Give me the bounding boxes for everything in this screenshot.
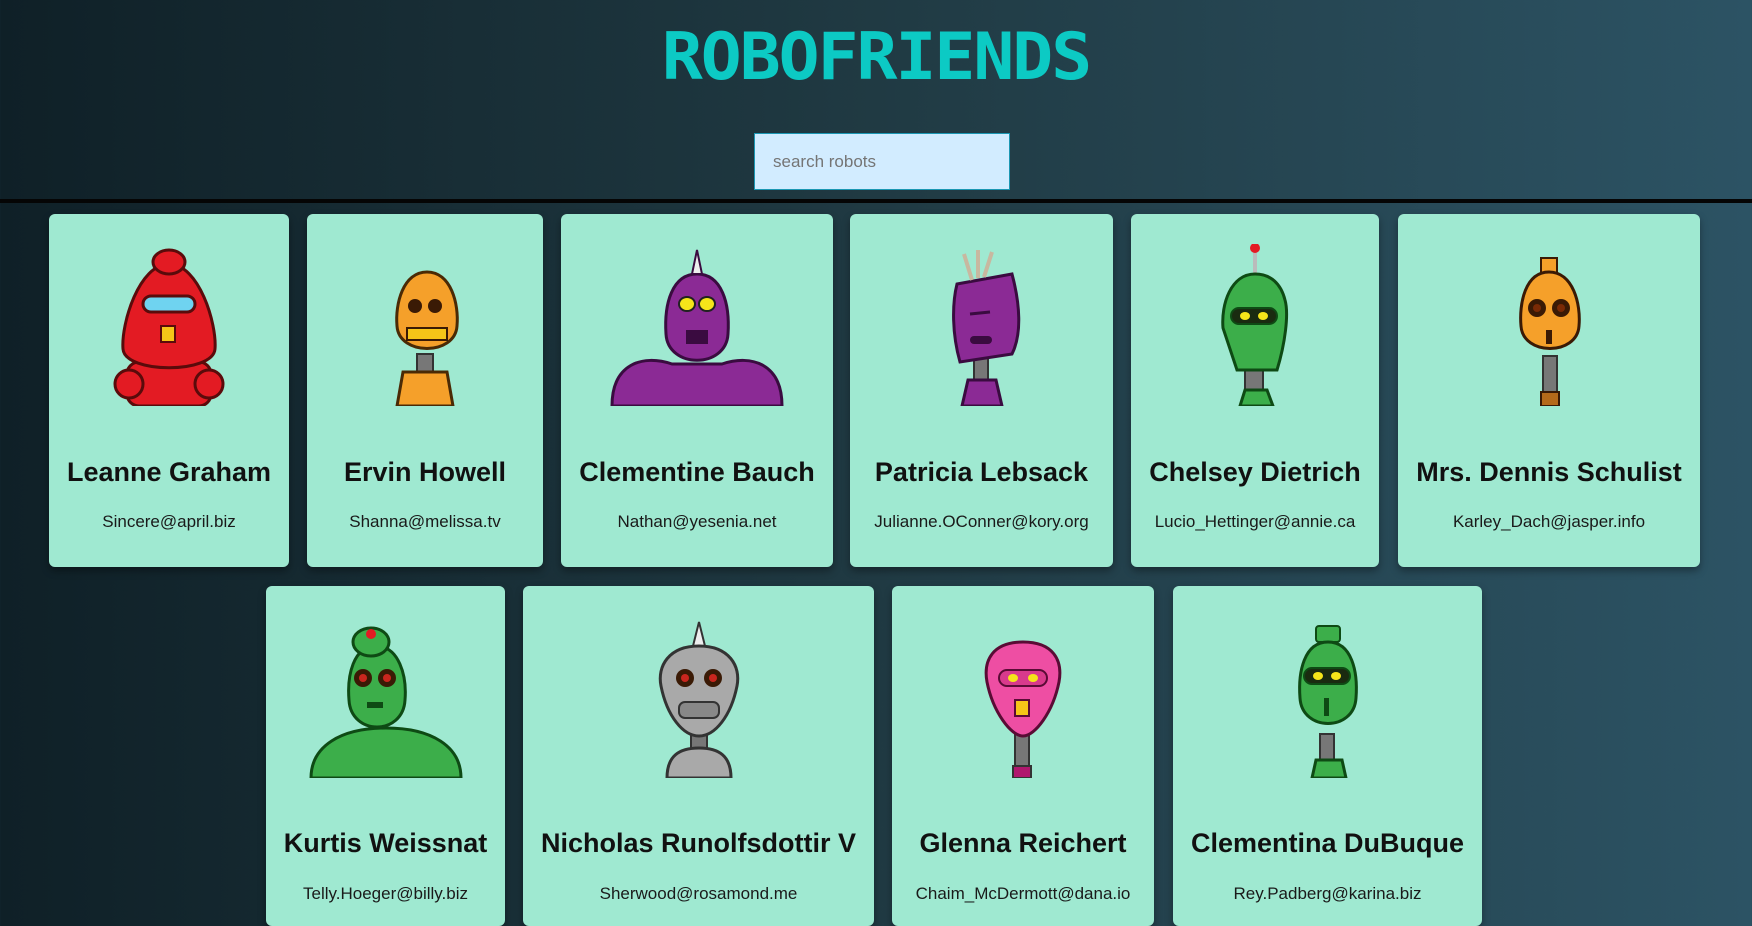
robot-name: Glenna Reichert bbox=[919, 828, 1127, 858]
robot-avatar bbox=[307, 244, 543, 406]
robot-name: Clementina DuBuque bbox=[1190, 828, 1465, 858]
robot-name: Nicholas Runolfsdottir V bbox=[540, 828, 856, 858]
robot-card[interactable]: Clementina DuBuque Rey.Padberg@karina.bi… bbox=[1173, 586, 1482, 926]
robot-card[interactable]: Chelsey Dietrich Lucio_Hettinger@annie.c… bbox=[1131, 214, 1379, 567]
app-title: ROBOFRIENDS bbox=[661, 19, 1092, 96]
header-divider bbox=[0, 199, 1752, 203]
search-input[interactable] bbox=[754, 133, 1010, 190]
robot-name: Ervin Howell bbox=[343, 457, 507, 487]
robot-email: Nathan@yesenia.net bbox=[617, 512, 777, 531]
robot-email: Karley_Dach@jasper.info bbox=[1452, 512, 1646, 531]
robot-email: Shanna@melissa.tv bbox=[349, 512, 501, 531]
robot-email: Julianne.OConner@kory.org bbox=[874, 512, 1089, 531]
robot-card[interactable]: Nicholas Runolfsdottir V Sherwood@rosamo… bbox=[523, 586, 874, 926]
robot-card[interactable]: Glenna Reichert Chaim_McDermott@dana.io bbox=[892, 586, 1154, 926]
robot-avatar bbox=[49, 244, 289, 406]
robot-email: Sherwood@rosamond.me bbox=[599, 884, 798, 903]
robot-avatar bbox=[561, 244, 833, 406]
robot-card[interactable]: Leanne Graham Sincere@april.biz bbox=[49, 214, 289, 567]
robot-email: Rey.Padberg@karina.biz bbox=[1233, 884, 1422, 903]
robot-email: Sincere@april.biz bbox=[102, 512, 236, 531]
robot-card[interactable]: Clementine Bauch Nathan@yesenia.net bbox=[561, 214, 833, 567]
robot-card[interactable]: Kurtis Weissnat Telly.Hoeger@billy.biz bbox=[266, 586, 505, 926]
robot-email: Telly.Hoeger@billy.biz bbox=[303, 884, 468, 903]
robot-avatar bbox=[266, 616, 505, 778]
robot-name: Chelsey Dietrich bbox=[1149, 457, 1361, 487]
robot-name: Leanne Graham bbox=[66, 457, 272, 487]
robot-name: Patricia Lebsack bbox=[874, 457, 1089, 487]
robot-email: Chaim_McDermott@dana.io bbox=[915, 884, 1131, 903]
robot-avatar bbox=[1398, 244, 1700, 406]
robot-card[interactable]: Patricia Lebsack Julianne.OConner@kory.o… bbox=[850, 214, 1113, 567]
robot-name: Kurtis Weissnat bbox=[283, 828, 488, 858]
robot-avatar bbox=[1173, 616, 1482, 778]
robot-card[interactable]: Ervin Howell Shanna@melissa.tv bbox=[307, 214, 543, 567]
robot-avatar bbox=[1131, 244, 1379, 406]
robot-email: Lucio_Hettinger@annie.ca bbox=[1154, 512, 1356, 531]
robot-avatar bbox=[850, 244, 1113, 406]
robot-avatar bbox=[892, 616, 1154, 778]
robot-name: Clementine Bauch bbox=[579, 457, 815, 487]
robot-name: Mrs. Dennis Schulist bbox=[1416, 457, 1682, 487]
robot-card[interactable]: Mrs. Dennis Schulist Karley_Dach@jasper.… bbox=[1398, 214, 1700, 567]
robot-avatar bbox=[523, 616, 874, 778]
